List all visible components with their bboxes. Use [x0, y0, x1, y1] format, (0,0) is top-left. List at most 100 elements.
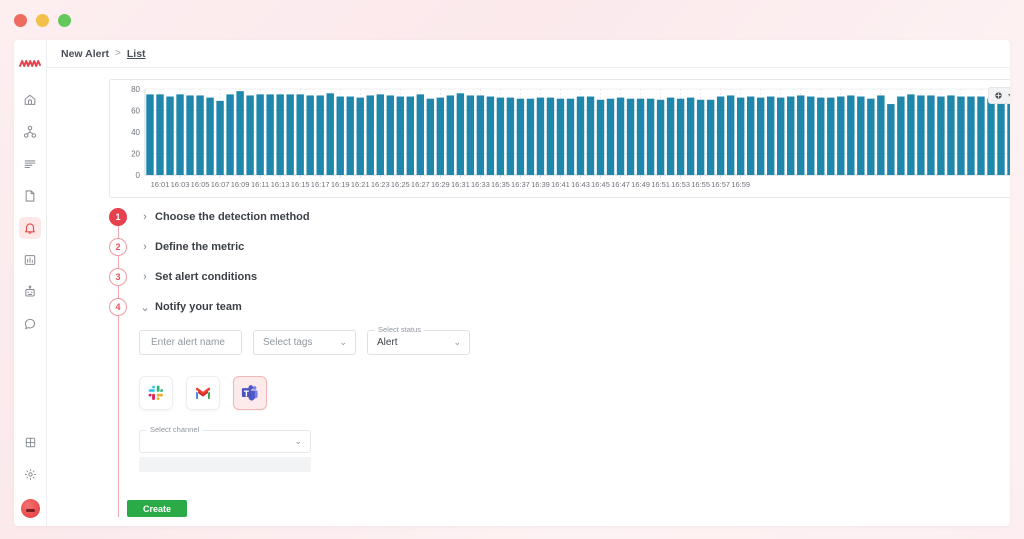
window-maximize-button[interactable]	[58, 13, 71, 27]
tags-select[interactable]: Select tags ⌄	[253, 330, 356, 355]
sidebar-item-logs[interactable]	[19, 153, 41, 175]
sidebar-item-analytics[interactable]	[19, 249, 41, 271]
svg-text:16:35: 16:35	[491, 180, 510, 189]
metric-bar-chart: 02040608016:01 16:03 16:05 16:07 16:09 16:11 1…	[131, 85, 1010, 189]
svg-text:16:47: 16:47	[611, 180, 630, 189]
chart-settings-button[interactable]	[988, 87, 1010, 104]
svg-text:16:01: 16:01	[151, 180, 170, 189]
svg-text:16:49: 16:49	[631, 180, 650, 189]
wave-logo[interactable]	[14, 50, 46, 78]
svg-text:16:15: 16:15	[291, 180, 310, 189]
breadcrumb-root[interactable]: New Alert	[61, 48, 109, 60]
channel-select-wrap: Select channel ⌄	[139, 425, 311, 472]
step-title-4: Notify your team	[155, 301, 242, 313]
svg-text:40: 40	[131, 128, 140, 137]
alert-name-field[interactable]	[139, 330, 242, 355]
chevron-right-icon: ›	[143, 271, 147, 283]
svg-text:16:17: 16:17	[311, 180, 330, 189]
integration-options	[139, 376, 1009, 410]
svg-text:16:09: 16:09	[231, 180, 250, 189]
svg-text:16:39: 16:39	[531, 180, 550, 189]
step-number-4: 4	[109, 298, 127, 316]
chevron-right-icon: ›	[143, 241, 147, 253]
channel-label: Select channel	[147, 425, 203, 434]
step-header-4[interactable]: ⌄ Notify your team	[127, 298, 242, 316]
svg-text:16:57: 16:57	[711, 180, 730, 189]
integration-gmail[interactable]	[186, 376, 220, 410]
app-shell: New Alert > List 0 20 40 60 80 16:01 16:03 16:0…	[14, 40, 1010, 526]
tags-placeholder: Select tags	[263, 337, 313, 348]
breadcrumb-current[interactable]: List	[127, 48, 146, 60]
window-close-button[interactable]	[14, 13, 27, 27]
svg-text:16:41: 16:41	[551, 180, 570, 189]
alert-name-input[interactable]	[149, 336, 232, 349]
sidebar-item-reports[interactable]	[19, 185, 41, 207]
chevron-right-icon: ›	[143, 211, 147, 223]
step-header-2[interactable]: › Define the metric	[127, 238, 244, 256]
breadcrumb: New Alert > List	[47, 40, 1010, 68]
step-number-2: 2	[109, 238, 127, 256]
step-2: 2 › Define the metric	[109, 238, 1009, 268]
svg-text:16:05: 16:05	[191, 180, 210, 189]
channel-dropdown-panel[interactable]	[139, 457, 311, 472]
svg-text:16:53: 16:53	[671, 180, 690, 189]
gear-icon[interactable]	[19, 463, 41, 485]
integration-slack[interactable]	[139, 376, 173, 410]
app-window: New Alert > List 0 20 40 60 80 16:01 16:03 16:0…	[0, 0, 1024, 539]
svg-text:16:37: 16:37	[511, 180, 530, 189]
window-minimize-button[interactable]	[36, 13, 49, 27]
step-header-1[interactable]: › Choose the detection method	[127, 208, 309, 226]
step-number-3: 3	[109, 268, 127, 286]
svg-text:16:43: 16:43	[571, 180, 590, 189]
svg-text:16:23: 16:23	[371, 180, 390, 189]
svg-text:16:31: 16:31	[451, 180, 470, 189]
avatar[interactable]	[20, 499, 40, 518]
step-3: 3 › Set alert conditions	[109, 268, 1009, 298]
gmail-icon	[196, 387, 210, 399]
integration-microsoft-teams[interactable]	[233, 376, 267, 410]
sidebar-item-support[interactable]	[19, 313, 41, 335]
create-action-row: Create	[109, 500, 1009, 517]
svg-text:16:51: 16:51	[651, 180, 670, 189]
notify-field-row: Select tags ⌄ Select status Alert ⌄	[139, 325, 1009, 355]
step-header-3[interactable]: › Set alert conditions	[127, 268, 257, 286]
sidebar-item-alerts[interactable]	[19, 217, 41, 239]
sidebar	[14, 40, 47, 526]
chevron-down-icon: ⌄	[339, 337, 347, 347]
step-4: 4 ⌄ Notify your team Enter alert name Se…	[109, 298, 1009, 484]
svg-text:16:07: 16:07	[211, 180, 230, 189]
svg-text:16:11: 16:11	[251, 180, 269, 189]
sidebar-item-services[interactable]	[19, 121, 41, 143]
svg-text:16:03: 16:03	[171, 180, 190, 189]
svg-text:16:25: 16:25	[391, 180, 410, 189]
sidebar-item-home[interactable]	[19, 89, 41, 111]
step-title-3: Set alert conditions	[155, 271, 258, 283]
status-value: Alert	[377, 337, 398, 348]
gear-icon	[995, 92, 1002, 99]
apps-grid-icon[interactable]	[19, 431, 41, 453]
svg-text:16:19: 16:19	[331, 180, 350, 189]
status-select-wrap: Select status Alert ⌄	[367, 325, 470, 355]
notify-your-team-panel: Select tags ⌄ Select status Alert ⌄	[139, 316, 1009, 472]
microsoft-teams-icon	[241, 385, 258, 401]
create-button[interactable]: Create	[127, 500, 187, 517]
svg-text:0: 0	[136, 171, 141, 180]
svg-text:20: 20	[131, 149, 140, 158]
svg-text:16:55: 16:55	[691, 180, 710, 189]
svg-text:16:33: 16:33	[471, 180, 490, 189]
chevron-down-icon	[1008, 93, 1010, 98]
step-title-2: Define the metric	[155, 241, 245, 253]
sidebar-nav	[14, 84, 46, 340]
svg-text:16:29: 16:29	[431, 180, 450, 189]
step-number-1: 1	[109, 208, 127, 226]
alert-steps: 1 › Choose the detection method 2 › Defi…	[109, 208, 1009, 517]
chevron-down-icon: ⌄	[453, 337, 461, 347]
window-titlebar	[0, 0, 1024, 40]
chevron-down-icon: ⌄	[294, 436, 302, 446]
slack-icon	[148, 385, 164, 401]
svg-text:60: 60	[131, 106, 140, 115]
sidebar-item-automation[interactable]	[19, 281, 41, 303]
status-label: Select status	[375, 325, 424, 334]
breadcrumb-separator: >	[115, 48, 121, 59]
svg-text:16:13: 16:13	[271, 180, 290, 189]
